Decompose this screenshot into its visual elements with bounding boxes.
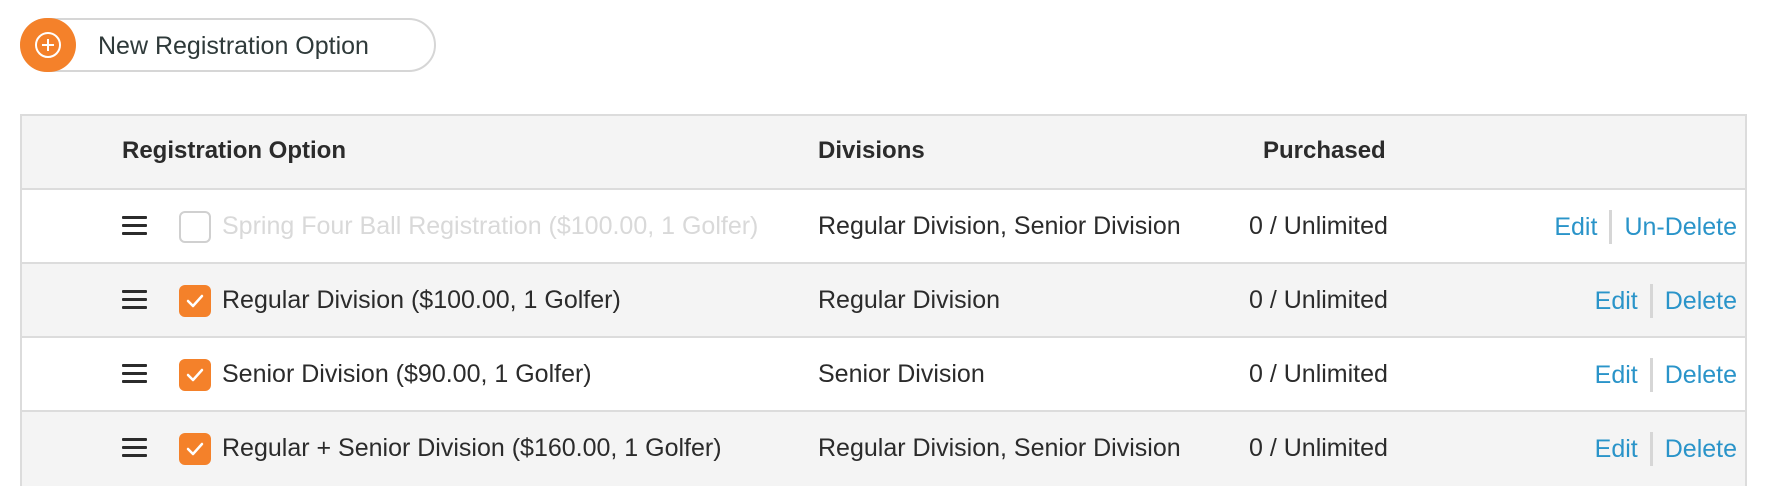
edit-link[interactable]: Edit [1595, 287, 1638, 316]
purchased-value: 0 / Unlimited [1249, 360, 1388, 388]
row-actions: Edit Delete [1595, 432, 1737, 466]
registration-option-name: Regular Division ($100.00, 1 Golfer) [222, 286, 621, 314]
purchased-value: 0 / Unlimited [1249, 286, 1388, 314]
table-row: Senior Division ($90.00, 1 Golfer) Senior… [22, 338, 1745, 412]
plus-circle-icon [20, 18, 76, 72]
header-divisions: Divisions [818, 137, 925, 164]
row-checkbox[interactable] [179, 433, 211, 465]
table-row: Regular + Senior Division ($160.00, 1 Go… [22, 412, 1745, 486]
table-row: Spring Four Ball Registration ($100.00, … [22, 190, 1745, 264]
divisions-value: Regular Division [818, 286, 1001, 314]
divisions-value: Regular Division, Senior Division [818, 212, 1181, 240]
new-registration-option-label: New Registration Option [98, 32, 369, 60]
divisions-value: Senior Division [818, 360, 985, 388]
action-divider [1649, 284, 1653, 318]
action-divider [1609, 210, 1613, 244]
drag-handle-icon[interactable] [122, 290, 147, 310]
table-header: Registration Option Divisions Purchased [22, 116, 1745, 190]
table-row: Regular Division ($100.00, 1 Golfer) Regu… [22, 264, 1745, 338]
drag-handle-icon[interactable] [122, 438, 147, 458]
purchased-value: 0 / Unlimited [1249, 212, 1388, 240]
undelete-link[interactable]: Un-Delete [1624, 213, 1737, 242]
row-checkbox[interactable] [179, 359, 211, 391]
registration-option-name: Regular + Senior Division ($160.00, 1 Go… [222, 434, 722, 462]
row-actions: Edit Un-Delete [1554, 210, 1737, 244]
delete-link[interactable]: Delete [1665, 287, 1737, 316]
registration-option-name: Senior Division ($90.00, 1 Golfer) [222, 360, 592, 388]
edit-link[interactable]: Edit [1554, 213, 1597, 242]
header-registration-option: Registration Option [122, 137, 346, 164]
delete-link[interactable]: Delete [1665, 435, 1737, 464]
drag-handle-icon[interactable] [122, 364, 147, 384]
new-registration-option-button[interactable]: New Registration Option [20, 18, 436, 72]
registration-option-name: Spring Four Ball Registration ($100.00, … [222, 212, 759, 240]
purchased-value: 0 / Unlimited [1249, 434, 1388, 462]
header-purchased: Purchased [1263, 137, 1386, 164]
action-divider [1649, 358, 1653, 392]
edit-link[interactable]: Edit [1595, 361, 1638, 390]
row-actions: Edit Delete [1595, 358, 1737, 392]
row-checkbox[interactable] [179, 285, 211, 317]
divisions-value: Regular Division, Senior Division [818, 434, 1181, 462]
row-checkbox[interactable] [179, 211, 211, 243]
action-divider [1649, 432, 1653, 466]
edit-link[interactable]: Edit [1595, 435, 1638, 464]
delete-link[interactable]: Delete [1665, 361, 1737, 390]
registration-options-table: Registration Option Divisions Purchased … [20, 114, 1747, 486]
drag-handle-icon[interactable] [122, 216, 147, 236]
row-actions: Edit Delete [1595, 284, 1737, 318]
